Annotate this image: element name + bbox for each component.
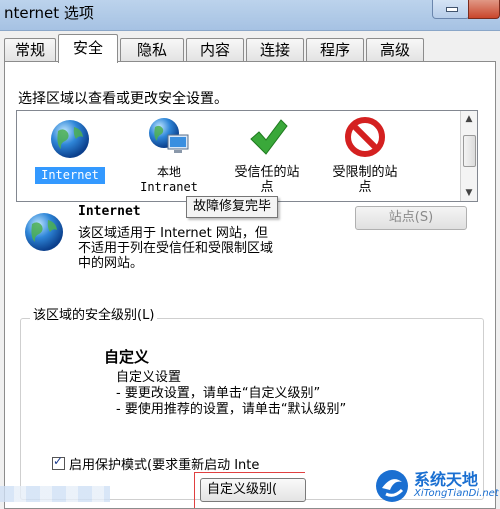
- tab-advanced[interactable]: 高级: [366, 38, 424, 61]
- watermark: 系统天地 XiTongTianDi.net: [370, 466, 500, 506]
- tab-programs[interactable]: 程序: [306, 38, 364, 61]
- zone-list-scrollbar[interactable]: ▲ ▼: [460, 111, 477, 201]
- custom-desc-line1: 自定义设置: [116, 370, 182, 385]
- local-intranet-icon: [149, 118, 189, 153]
- watermark-name: 系统天地: [414, 470, 479, 489]
- zone-restricted-sites[interactable]: 受限制的站 点: [317, 115, 413, 195]
- zone-trusted-sites[interactable]: 受信任的站 点: [225, 115, 309, 195]
- sites-button[interactable]: 站点(S): [355, 206, 467, 230]
- zone-local-label-line1: 本地: [156, 165, 181, 179]
- zone-internet-label: Internet: [35, 167, 105, 184]
- zone-trusted-label-line2: 点: [260, 180, 274, 195]
- zone-desc-line2: 不适用于列在受信任和受限制区域: [78, 241, 274, 256]
- protected-mode-checkbox[interactable]: [52, 454, 65, 470]
- zone-local-intranet[interactable]: 本地 Intranet: [129, 115, 209, 195]
- window-title: nternet 选项: [4, 4, 94, 22]
- zone-restricted-label-line1: 受限制的站: [332, 165, 398, 180]
- tooltip: 故障修复完毕: [186, 196, 279, 218]
- tab-content[interactable]: 内容: [186, 38, 244, 61]
- custom-desc-line2: - 要更改设置，请单击“自定义级别”: [116, 386, 321, 401]
- scroll-down-icon[interactable]: ▼: [461, 185, 477, 201]
- minimize-button[interactable]: [432, 0, 470, 19]
- protected-mode-label: 启用保护模式(要求重新启动 Inte: [69, 458, 260, 473]
- protected-mode-option[interactable]: 启用保护模式(要求重新启动 Inte: [52, 454, 302, 473]
- zone-local-label-line2: Intranet: [140, 180, 198, 194]
- zone-restricted-label-line2: 点: [358, 180, 372, 195]
- zone-description: 该区域适用于 Internet 网站，但 不适用于列在受信任和受限制区域 中的网…: [78, 226, 318, 271]
- selected-zone-globe-icon: [25, 213, 63, 251]
- title-bar: nternet 选项: [0, 0, 500, 31]
- watermark-logo-icon: [376, 470, 408, 502]
- watermark-url: XiTongTianDi.net: [414, 488, 499, 499]
- custom-level-button[interactable]: 自定义级别(: [200, 478, 306, 502]
- zone-internet[interactable]: Internet: [35, 117, 105, 184]
- zone-trusted-label-line1: 受信任的站: [234, 165, 300, 180]
- globe-icon: [51, 120, 89, 158]
- scroll-thumb[interactable]: [463, 135, 476, 167]
- tab-strip: 常规 安全 隐私 内容 连接 程序 高级: [0, 34, 500, 63]
- tab-security[interactable]: 安全: [58, 34, 118, 63]
- no-entry-icon: [345, 117, 385, 157]
- blurred-region: [0, 486, 110, 502]
- zone-list: Internet 本地 Intranet 受信任的站 点 受限制的站 点 ▲ ▼: [16, 110, 478, 202]
- zone-desc-line3: 中的网站。: [78, 256, 144, 271]
- custom-desc-line3: - 要使用推荐的设置，请单击“默认级别”: [116, 402, 347, 417]
- tab-connections[interactable]: 连接: [246, 38, 304, 61]
- security-level-label: 该区域的安全级别(L): [30, 304, 158, 323]
- scroll-up-icon[interactable]: ▲: [461, 111, 477, 127]
- close-button[interactable]: [468, 0, 500, 19]
- zone-desc-line1: 该区域适用于 Internet 网站，但: [78, 226, 268, 241]
- zone-title: Internet: [78, 204, 141, 219]
- custom-level-title: 自定义: [104, 348, 150, 366]
- green-check-icon: [250, 119, 288, 155]
- zone-instruction: 选择区域以查看或更改安全设置。: [18, 91, 228, 107]
- tab-general[interactable]: 常规: [4, 38, 56, 61]
- tab-privacy[interactable]: 隐私: [120, 38, 184, 61]
- custom-level-description: 自定义设置 - 要更改设置，请单击“自定义级别” - 要使用推荐的设置，请单击“…: [116, 370, 346, 418]
